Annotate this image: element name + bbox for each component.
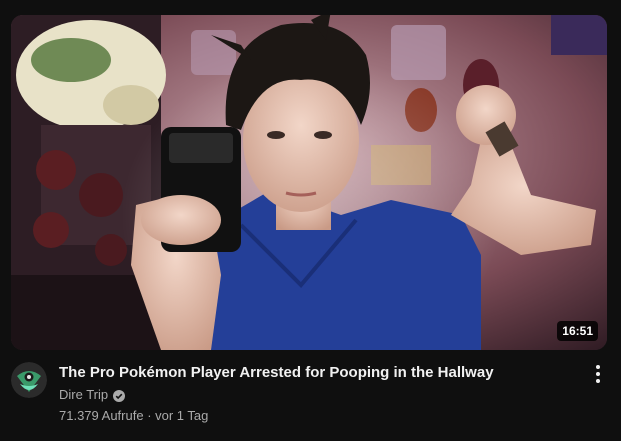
duration-badge: 16:51: [557, 321, 598, 341]
upload-age: vor 1 Tag: [155, 408, 209, 423]
video-card[interactable]: 16:51 The Pro Pokémon Player Arrested fo…: [0, 0, 621, 441]
channel-avatar-icon[interactable]: [11, 362, 47, 398]
video-meta: 71.379 Aufrufe · vor 1 Tag: [59, 407, 208, 425]
view-count: 71.379 Aufrufe: [59, 408, 144, 423]
meta-separator: ·: [143, 408, 156, 423]
video-title[interactable]: The Pro Pokémon Player Arrested for Poop…: [59, 363, 579, 383]
verified-icon: [113, 389, 126, 402]
channel-name[interactable]: Dire Trip: [59, 386, 108, 404]
channel-row[interactable]: Dire Trip: [59, 386, 126, 404]
more-vert-icon[interactable]: [586, 362, 610, 386]
thumbnail-image: [11, 15, 607, 350]
video-thumbnail[interactable]: 16:51: [11, 15, 607, 350]
